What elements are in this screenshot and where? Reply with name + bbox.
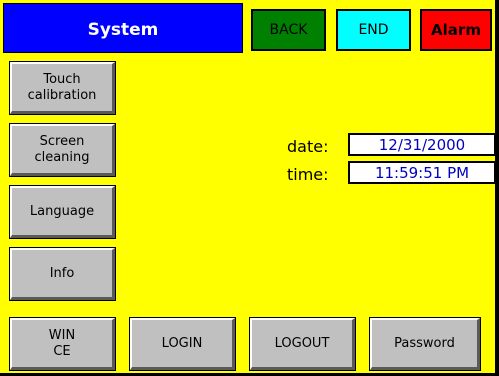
page-title: System <box>3 3 243 53</box>
date-label: date: <box>287 137 329 156</box>
screen-cleaning-button[interactable]: Screen cleaning <box>9 123 116 177</box>
info-button[interactable]: Info <box>9 247 116 301</box>
alarm-button[interactable]: Alarm <box>420 9 492 51</box>
language-button[interactable]: Language <box>9 185 116 239</box>
win-ce-button[interactable]: WIN CE <box>9 317 116 371</box>
login-button[interactable]: LOGIN <box>129 317 236 371</box>
date-field[interactable]: 12/31/2000 <box>348 133 496 156</box>
touch-calibration-button[interactable]: Touch calibration <box>9 61 116 115</box>
password-button[interactable]: Password <box>369 317 481 371</box>
time-field[interactable]: 11:59:51 PM <box>348 161 496 184</box>
back-button[interactable]: BACK <box>251 9 326 51</box>
hmi-screen: System BACK END Alarm Touch calibration … <box>0 0 499 376</box>
end-button[interactable]: END <box>336 9 411 51</box>
logout-button[interactable]: LOGOUT <box>249 317 356 371</box>
time-label: time: <box>287 165 329 184</box>
